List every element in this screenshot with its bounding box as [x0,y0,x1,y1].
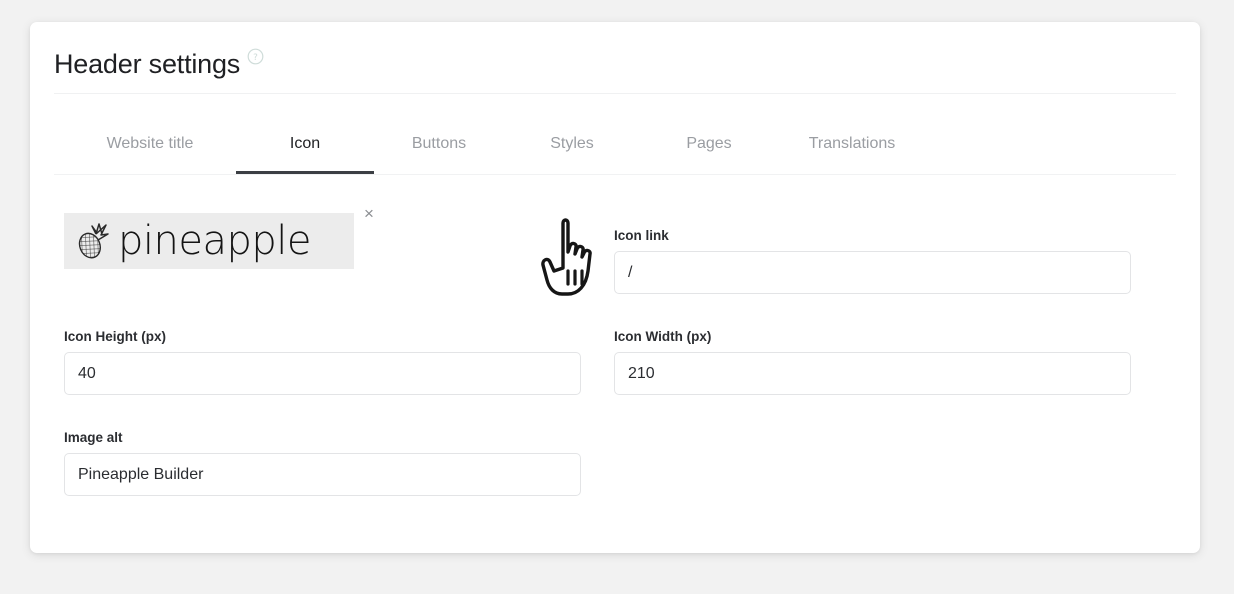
title-divider [54,93,1176,94]
close-icon[interactable]: × [358,202,380,224]
remove-icon-label: × [364,203,374,223]
svg-text:?: ? [253,53,258,63]
icon-link-input[interactable] [614,251,1131,294]
icon-link-label: Icon link [614,228,669,243]
header-settings-card: Header settings ? Website title Icon But… [30,22,1200,553]
tab-label: Website title [106,135,194,152]
page-title: Header settings [54,49,241,79]
field-image-alt: Image alt [64,430,581,496]
icon-width-label: Icon Width (px) [614,329,712,344]
image-alt-input[interactable] [64,453,581,496]
tab-label: Translations [808,135,896,152]
logo-wordmark: pineapple [118,218,311,264]
tab-label: Pages [686,135,732,152]
tab-label: Styles [550,135,594,152]
field-icon-width: Icon Width (px) [614,329,1131,395]
pineapple-icon [72,221,110,261]
tab-styles[interactable]: Styles [520,115,624,174]
field-icon-link: Icon link [614,228,1131,294]
field-icon-height: Icon Height (px) [64,329,581,395]
tab-translations[interactable]: Translations [782,115,922,174]
tab-buttons[interactable]: Buttons [384,115,494,174]
tab-icon[interactable]: Icon [236,115,374,174]
image-alt-label: Image alt [64,430,123,445]
page-root: Header settings ? Website title Icon But… [0,0,1234,594]
icon-height-input[interactable] [64,352,581,395]
settings-tab-bar: Website title Icon Buttons Styles Pages … [54,115,1176,175]
tab-pages[interactable]: Pages [660,115,758,174]
icon-height-label: Icon Height (px) [64,329,166,344]
icon-width-input[interactable] [614,352,1131,395]
tab-website-title[interactable]: Website title [80,115,220,174]
tab-label: Buttons [411,135,467,152]
question-circle-icon[interactable]: ? [247,48,264,65]
icon-preview[interactable]: pineapple [64,213,354,269]
page-title-row: Header settings ? [54,47,264,81]
tab-label: Icon [289,135,321,152]
